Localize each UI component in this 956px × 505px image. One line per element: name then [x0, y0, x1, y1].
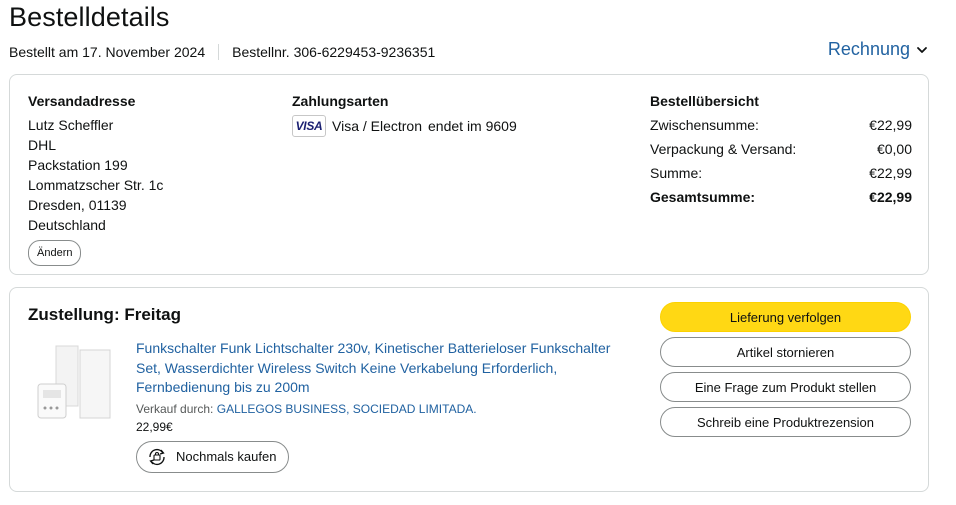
address-line: DHL: [28, 137, 57, 153]
summary-value: €0,00: [876, 141, 912, 157]
summary-label: Summe:: [650, 165, 703, 181]
payment-heading: Zahlungsarten: [292, 93, 389, 109]
rebuy-icon: [149, 448, 165, 465]
seller-info: Verkauf durch: GALLEGOS BUSINESS, SOCIED…: [136, 402, 636, 416]
invoice-label: Rechnung: [827, 39, 910, 59]
product-info: Funkschalter Funk Lichtschalter 230v, Ki…: [136, 339, 636, 473]
product-image[interactable]: [28, 342, 118, 422]
summary-value: €22,99: [869, 165, 912, 181]
buy-again-button[interactable]: Nochmals kaufen: [136, 440, 290, 473]
page-title: Bestelldetails: [9, 2, 170, 32]
address-line: Dresden, 01139: [28, 197, 127, 213]
order-summary: Bestellübersicht Zwischensumme: €22,99 V…: [650, 91, 912, 211]
card-type: Visa / Electron: [332, 118, 423, 134]
buy-again-label: Nochmals kaufen: [176, 449, 277, 464]
order-actions: Lieferung verfolgen Artikel stornieren E…: [660, 302, 911, 442]
payment-card: VISA Visa / Electron endet im 9609: [292, 115, 517, 137]
summary-row-total: Gesamtsumme: €22,99: [650, 187, 912, 207]
seller-prefix: Verkauf durch:: [136, 401, 214, 416]
delivery-box: Zustellung: Freitag Funkschalter Funk Li…: [9, 287, 929, 492]
product-title-link[interactable]: Funkschalter Funk Lichtschalter 230v, Ki…: [136, 339, 636, 398]
address-line: Lutz Scheffler: [28, 117, 114, 133]
address-line: Deutschland: [28, 217, 106, 233]
delivery-title: Zustellung: Freitag: [28, 305, 181, 324]
address-line: Lommatzscher Str. 1c: [28, 177, 164, 193]
visa-card-icon: VISA: [292, 115, 326, 137]
summary-value: €22,99: [869, 117, 912, 133]
cancel-item-button[interactable]: Artikel stornieren: [660, 337, 911, 367]
shipping-address: Versandadresse Lutz Scheffler DHL Packst…: [28, 91, 163, 266]
payment-methods: Zahlungsarten VISA Visa / Electron endet…: [292, 91, 517, 137]
seller-link[interactable]: GALLEGOS BUSINESS, SOCIEDAD LIMITADA.: [217, 402, 477, 416]
chevron-down-icon: [917, 46, 927, 53]
summary-row-sum: Summe: €22,99: [650, 163, 912, 183]
order-date: Bestellt am 17. November 2024: [9, 44, 206, 60]
summary-label: Gesamtsumme:: [650, 189, 756, 205]
summary-label: Zwischensumme:: [650, 117, 759, 133]
meta-divider: [218, 44, 220, 60]
change-address-button[interactable]: Ändern: [28, 240, 82, 266]
order-meta: Bestellt am 17. November 2024 Bestellnr.…: [9, 44, 435, 60]
track-package-button[interactable]: Lieferung verfolgen: [660, 302, 911, 332]
summary-value: €22,99: [869, 189, 912, 205]
summary-label: Verpackung & Versand:: [650, 141, 797, 157]
summary-heading: Bestellübersicht: [650, 93, 759, 109]
write-review-button[interactable]: Schreib eine Produktrezension: [660, 407, 911, 437]
summary-row-shipping: Verpackung & Versand: €0,00: [650, 139, 912, 159]
shipping-heading: Versandadresse: [28, 93, 136, 109]
address-line: Packstation 199: [28, 157, 128, 173]
invoice-dropdown[interactable]: Rechnung: [828, 39, 928, 60]
order-number: Bestellnr. 306-6229453-9236351: [232, 44, 436, 60]
card-ending: endet im 9609: [428, 118, 517, 134]
order-info-box: Versandadresse Lutz Scheffler DHL Packst…: [9, 74, 929, 275]
product-price: 22,99€: [136, 419, 173, 434]
ask-question-button[interactable]: Eine Frage zum Produkt stellen: [660, 372, 911, 402]
summary-row-subtotal: Zwischensumme: €22,99: [650, 115, 912, 135]
